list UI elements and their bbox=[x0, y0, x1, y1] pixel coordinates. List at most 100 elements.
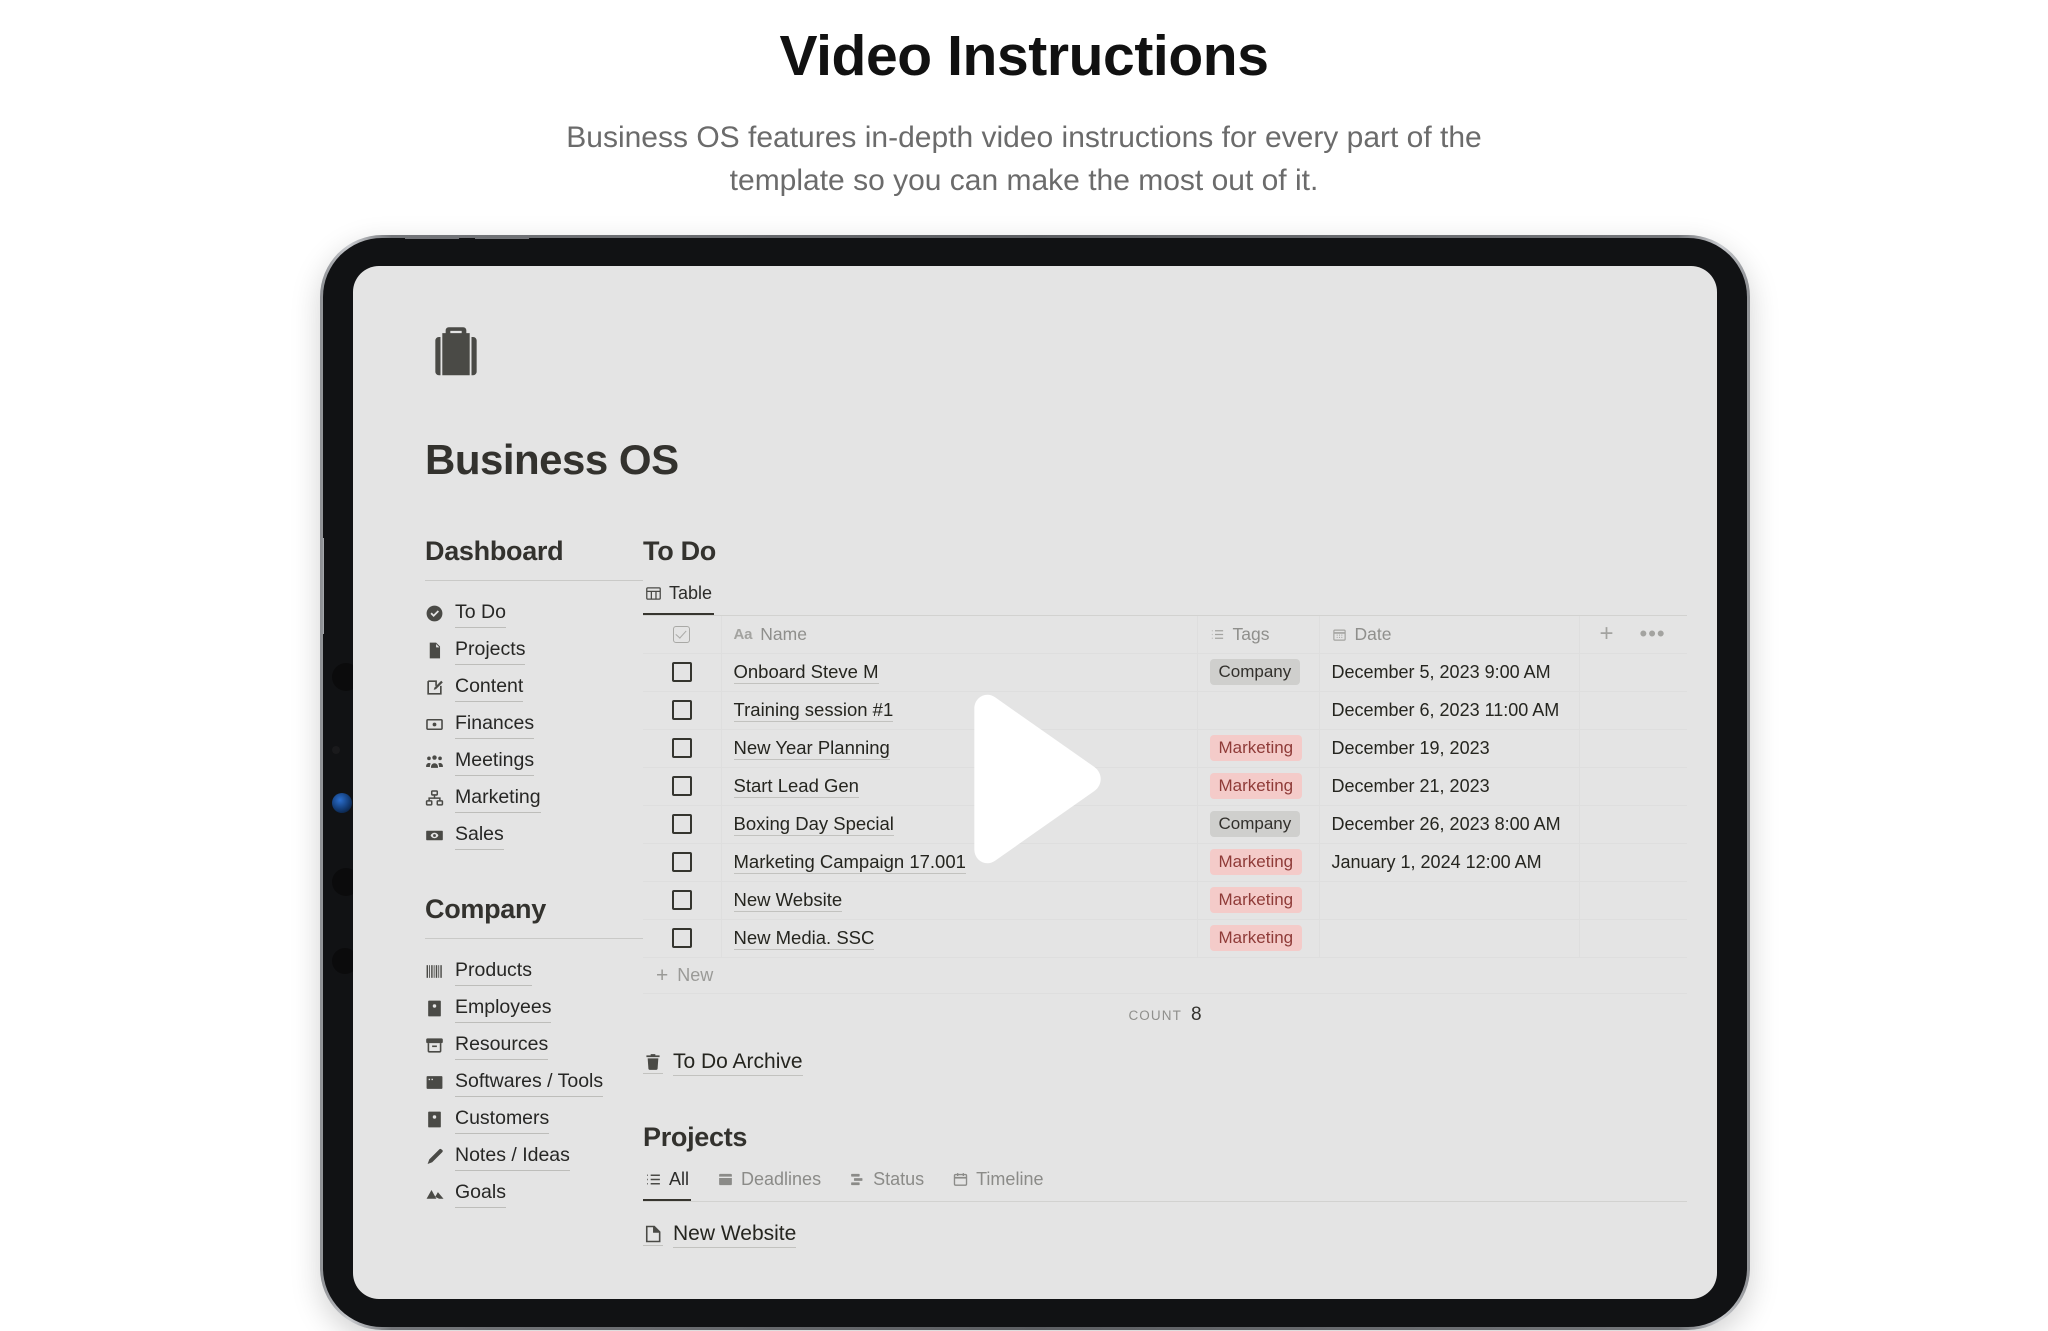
row-date[interactable] bbox=[1319, 919, 1580, 958]
table-row[interactable]: Marketing Campaign 17.001 Marketing Janu… bbox=[643, 843, 1687, 882]
todo-heading: To Do bbox=[643, 536, 716, 566]
row-spacer bbox=[1579, 919, 1687, 958]
tab-deadlines[interactable]: Deadlines bbox=[715, 1169, 823, 1201]
row-spacer bbox=[1579, 805, 1687, 844]
row-checkbox[interactable] bbox=[643, 691, 722, 730]
sidebar-list-dashboard: To Do Projects Content Finances Meetings… bbox=[425, 595, 643, 854]
sidebar-item-label: Softwares / Tools bbox=[455, 1068, 604, 1097]
sidebar-item-employees[interactable]: Employees bbox=[425, 990, 643, 1027]
count-value: 8 bbox=[1190, 1003, 1202, 1025]
archive-box-icon bbox=[425, 1036, 444, 1055]
tab-label: Timeline bbox=[976, 1168, 1044, 1189]
sidebar-item-customers[interactable]: Customers bbox=[425, 1101, 643, 1138]
row-date[interactable]: January 1, 2024 12:00 AM bbox=[1319, 843, 1580, 882]
table-row[interactable]: New Website Marketing bbox=[643, 881, 1687, 920]
calendar-icon bbox=[952, 1171, 969, 1188]
column-header-name[interactable]: Aa Name bbox=[721, 616, 1198, 654]
add-column-button[interactable]: + bbox=[1600, 622, 1614, 646]
sidebar-item-label: To Do bbox=[455, 599, 506, 628]
row-tags[interactable]: Marketing bbox=[1197, 767, 1320, 806]
tab-table[interactable]: Table bbox=[643, 583, 715, 615]
row-tags[interactable]: Marketing bbox=[1197, 919, 1320, 958]
row-date[interactable]: December 6, 2023 11:00 AM bbox=[1319, 691, 1580, 730]
row-checkbox[interactable] bbox=[643, 919, 722, 958]
tab-all[interactable]: All bbox=[643, 1169, 692, 1201]
row-date[interactable]: December 5, 2023 9:00 AM bbox=[1319, 653, 1580, 692]
ambient-sensor bbox=[332, 746, 340, 754]
row-date[interactable] bbox=[1319, 881, 1580, 920]
sidebar-item-softwares-tools[interactable]: Softwares / Tools bbox=[425, 1064, 643, 1101]
row-tags[interactable]: Marketing bbox=[1197, 881, 1320, 920]
table-more-options-button[interactable]: ••• bbox=[1640, 623, 1666, 645]
table-row[interactable]: Start Lead Gen Marketing December 21, 20… bbox=[643, 767, 1687, 806]
sidebar-item-to-do[interactable]: To Do bbox=[425, 595, 643, 632]
volume-down-button[interactable] bbox=[475, 238, 529, 239]
column-header-checkbox[interactable] bbox=[643, 616, 722, 654]
sidebar-item-label: Projects bbox=[455, 636, 526, 665]
sidebar-item-goals[interactable]: Goals bbox=[425, 1175, 643, 1212]
row-date[interactable]: December 21, 2023 bbox=[1319, 767, 1580, 806]
tab-status[interactable]: Status bbox=[847, 1169, 926, 1201]
add-new-row-button[interactable]: + New bbox=[643, 958, 1687, 994]
row-tags[interactable] bbox=[1197, 691, 1320, 730]
sidebar-item-sales[interactable]: Sales bbox=[425, 817, 643, 854]
row-date[interactable]: December 19, 2023 bbox=[1319, 729, 1580, 768]
row-checkbox[interactable] bbox=[643, 729, 722, 768]
sidebar-list-company: Products Employees Resources Softwares /… bbox=[425, 953, 643, 1212]
sidebar-item-projects[interactable]: Projects bbox=[425, 632, 643, 669]
sidebar-divider bbox=[425, 938, 643, 939]
play-button[interactable] bbox=[955, 692, 1115, 874]
volume-up-button[interactable] bbox=[405, 238, 459, 239]
todo-archive-link[interactable]: To Do Archive bbox=[643, 1050, 1687, 1076]
page-root: Video Instructions Business OS features … bbox=[0, 0, 2048, 1331]
row-checkbox[interactable] bbox=[643, 843, 722, 882]
sidebar-item-label: Goals bbox=[455, 1179, 506, 1208]
row-spacer bbox=[1579, 691, 1687, 730]
sidebar-item-label: Meetings bbox=[455, 747, 535, 776]
table-row[interactable]: Training session #1 December 6, 2023 11:… bbox=[643, 691, 1687, 730]
sidebar-section-title-dashboard: Dashboard bbox=[425, 536, 564, 566]
row-checkbox[interactable] bbox=[643, 767, 722, 806]
todo-view-tabs: Table bbox=[643, 583, 1687, 616]
row-checkbox[interactable] bbox=[643, 653, 722, 692]
tab-label: Deadlines bbox=[741, 1168, 822, 1189]
row-checkbox[interactable] bbox=[643, 805, 722, 844]
sidebar-divider bbox=[425, 580, 643, 581]
table-row[interactable]: Onboard Steve M Company December 5, 2023… bbox=[643, 653, 1687, 692]
id-badge-icon bbox=[425, 1110, 444, 1129]
money-eye-icon bbox=[425, 826, 444, 845]
projects-heading: Projects bbox=[643, 1121, 748, 1152]
row-tags[interactable]: Company bbox=[1197, 653, 1320, 692]
power-button[interactable] bbox=[323, 538, 324, 634]
sidebar-item-marketing[interactable]: Marketing bbox=[425, 780, 643, 817]
status-badge: Marketing bbox=[1209, 886, 1303, 914]
sidebar-item-products[interactable]: Products bbox=[425, 953, 643, 990]
row-date[interactable]: December 26, 2023 8:00 AM bbox=[1319, 805, 1580, 844]
row-tags[interactable]: Marketing bbox=[1197, 843, 1320, 882]
sidebar-item-notes-ideas[interactable]: Notes / Ideas bbox=[425, 1138, 643, 1175]
sidebar-item-meetings[interactable]: Meetings bbox=[425, 743, 643, 780]
table-row[interactable]: New Media. SSC Marketing bbox=[643, 919, 1687, 958]
table-row[interactable]: New Year Planning Marketing December 19,… bbox=[643, 729, 1687, 768]
row-spacer bbox=[1579, 729, 1687, 768]
tab-timeline[interactable]: Timeline bbox=[950, 1169, 1045, 1201]
row-count: COUNT 8 bbox=[643, 994, 1687, 1038]
row-checkbox[interactable] bbox=[643, 881, 722, 920]
sidebar-item-resources[interactable]: Resources bbox=[425, 1027, 643, 1064]
column-header-date[interactable]: Date bbox=[1319, 616, 1580, 654]
check-circle-icon bbox=[425, 604, 444, 623]
row-name[interactable]: Onboard Steve M bbox=[721, 653, 1198, 692]
column-header-tags[interactable]: Tags bbox=[1197, 616, 1320, 654]
row-tags[interactable]: Company bbox=[1197, 805, 1320, 844]
sidebar-item-label: Marketing bbox=[455, 784, 541, 813]
row-name[interactable]: New Media. SSC bbox=[721, 919, 1198, 958]
todo-table-header: Aa Name Tags Date + ••• bbox=[643, 616, 1687, 654]
table-row[interactable]: Boxing Day Special Company December 26, … bbox=[643, 805, 1687, 844]
sidebar-item-content[interactable]: Content bbox=[425, 669, 643, 706]
list-item[interactable]: New Website bbox=[643, 1222, 1687, 1248]
row-spacer bbox=[1579, 881, 1687, 920]
row-tags[interactable]: Marketing bbox=[1197, 729, 1320, 768]
sidebar-item-finances[interactable]: Finances bbox=[425, 706, 643, 743]
row-name[interactable]: New Website bbox=[721, 881, 1198, 920]
